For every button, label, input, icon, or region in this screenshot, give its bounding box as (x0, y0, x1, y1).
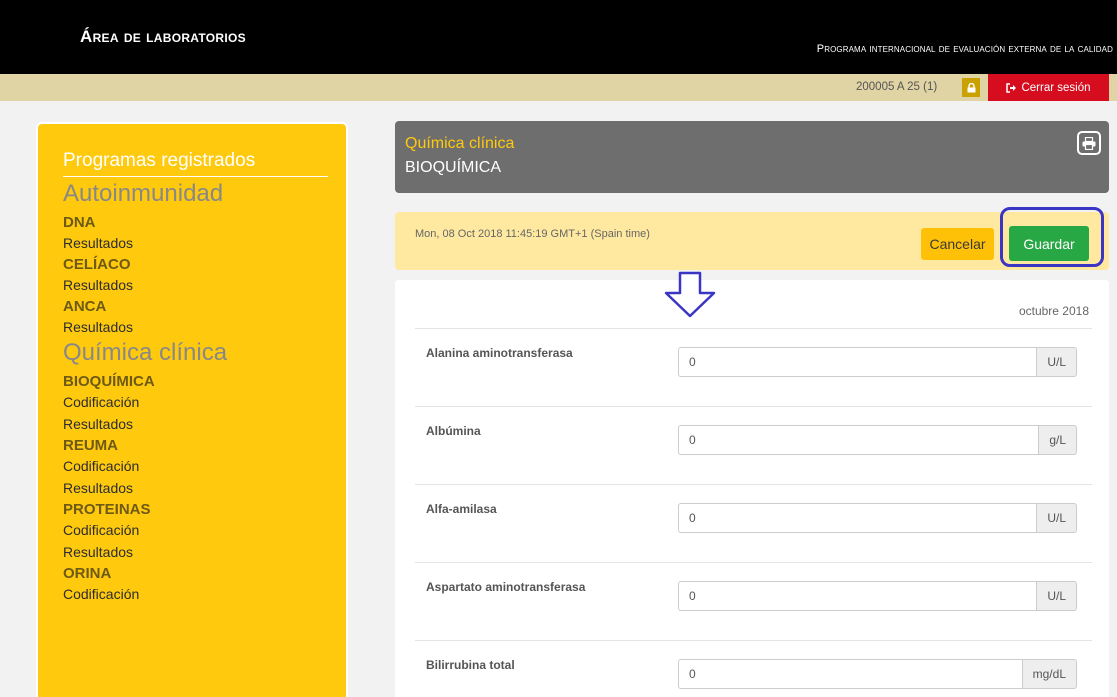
value-input[interactable]: 0 (678, 347, 1037, 377)
link-anca-resultados[interactable]: Resultados (63, 317, 346, 337)
form-row: Bilirrubina total 0 mg/dL (415, 640, 1092, 697)
sidebar-heading: Programas registrados (63, 150, 328, 177)
value-input-group: 0 mg/dL (678, 659, 1077, 689)
save-button[interactable]: Guardar (1009, 226, 1089, 261)
row-label: Albúmina (426, 424, 481, 438)
unit-addon: U/L (1036, 581, 1077, 611)
sidebar: Programas registrados Autoinmunidad DNA … (36, 122, 348, 697)
lock-button[interactable] (962, 78, 980, 97)
link-reuma-resultados[interactable]: Resultados (63, 478, 346, 498)
print-icon (1082, 136, 1096, 150)
value-input[interactable]: 0 (678, 581, 1037, 611)
program-orina[interactable]: ORINA (63, 564, 346, 584)
logout-button[interactable]: Cerrar sesión (988, 74, 1109, 101)
app-title: Área de laboratorios (80, 27, 246, 46)
program-title: Programa internacional de evaluación ext… (816, 43, 1113, 55)
link-reuma-codificacion[interactable]: Codificación (63, 456, 346, 476)
row-label: Bilirrubina total (426, 658, 515, 672)
link-bioquimica-codificacion[interactable]: Codificación (63, 392, 346, 412)
logout-label: Cerrar sesión (1021, 81, 1091, 94)
group-autoinmunidad: Autoinmunidad (63, 180, 224, 207)
value-input-group: 0 U/L (678, 503, 1077, 533)
link-bioquimica-resultados[interactable]: Resultados (63, 414, 346, 434)
results-form: octubre 2018 Alanina aminotransferasa 0 … (395, 280, 1109, 697)
link-proteinas-codificacion[interactable]: Codificación (63, 520, 346, 540)
form-row: Alanina aminotransferasa 0 U/L (415, 328, 1092, 406)
user-bar: 200005 A 25 (1) Cerrar sesión (0, 74, 1117, 101)
link-orina-codificacion[interactable]: Codificación (63, 584, 346, 604)
link-proteinas-resultados[interactable]: Resultados (63, 542, 346, 562)
user-code: 200005 A 25 (1) (856, 81, 938, 93)
link-dna-resultados[interactable]: Resultados (63, 233, 346, 253)
program-celiaco[interactable]: CELÍACO (63, 255, 346, 275)
logout-icon (1006, 82, 1017, 93)
row-label: Alanina aminotransferasa (426, 346, 573, 360)
value-input[interactable]: 0 (678, 503, 1037, 533)
period-label: octubre 2018 (1018, 304, 1089, 318)
form-row: Alfa-amilasa 0 U/L (415, 484, 1092, 562)
link-celiaco-resultados[interactable]: Resultados (63, 275, 346, 295)
cancel-button[interactable]: Cancelar (921, 228, 994, 260)
panel-subtitle: Química clínica (405, 135, 515, 152)
program-dna[interactable]: DNA (63, 213, 346, 233)
form-row: Aspartato aminotransferasa 0 U/L (415, 562, 1092, 640)
print-button[interactable] (1077, 131, 1101, 155)
lock-icon (967, 82, 975, 92)
unit-addon: U/L (1036, 503, 1077, 533)
program-reuma[interactable]: REUMA (63, 436, 346, 456)
panel-header: Química clínica BIOQUÍMICA (395, 121, 1109, 193)
row-label: Alfa-amilasa (426, 502, 497, 516)
action-bar: Mon, 08 Oct 2018 11:45:19 GMT+1 (Spain t… (395, 207, 1109, 270)
program-proteinas[interactable]: PROTEINAS (63, 500, 346, 520)
unit-addon: mg/dL (1021, 659, 1077, 689)
unit-addon: U/L (1036, 347, 1077, 377)
timestamp: Mon, 08 Oct 2018 11:45:19 GMT+1 (Spain t… (415, 228, 650, 240)
value-input-group: 0 U/L (678, 347, 1077, 377)
value-input-group: 0 U/L (678, 581, 1077, 611)
unit-addon: g/L (1038, 425, 1077, 455)
value-input[interactable]: 0 (678, 425, 1039, 455)
form-row: Albúmina 0 g/L (415, 406, 1092, 484)
program-bioquimica[interactable]: BIOQUÍMICA (63, 372, 346, 392)
row-label: Aspartato aminotransferasa (426, 580, 586, 594)
panel-title: BIOQUÍMICA (405, 159, 502, 176)
value-input-group: 0 g/L (678, 425, 1077, 455)
top-header: Área de laboratorios Programa internacio… (0, 0, 1117, 74)
value-input[interactable]: 0 (678, 659, 1022, 689)
group-quimica-clinica: Química clínica (63, 339, 228, 366)
annotation-down-arrow-icon (664, 271, 716, 318)
program-anca[interactable]: ANCA (63, 297, 346, 317)
